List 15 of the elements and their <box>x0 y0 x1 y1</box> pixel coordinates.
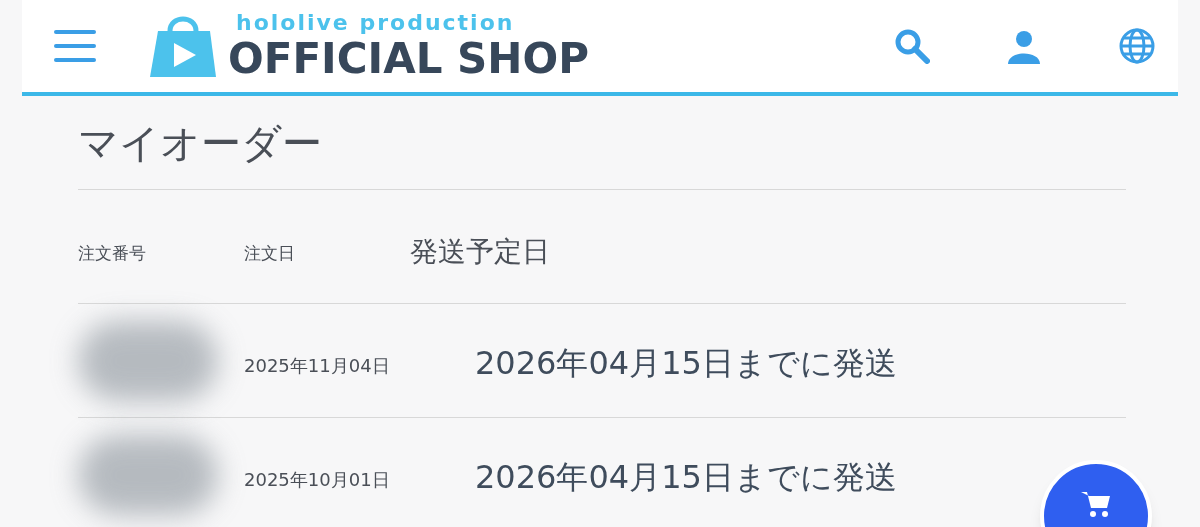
menu-icon[interactable] <box>54 29 96 63</box>
brand-title: OFFICIAL SHOP <box>228 38 589 80</box>
column-header: 発送予定日 <box>410 233 550 270</box>
brand-subtitle: hololive production <box>236 12 516 34</box>
order-date: 2025年10月01日 <box>244 468 391 492</box>
user-icon[interactable] <box>1006 28 1042 64</box>
ship-date: 2026年04月15日までに発送 <box>475 456 897 498</box>
search-icon[interactable] <box>894 28 930 64</box>
column-header: 注文番号 <box>78 241 147 265</box>
cart-icon <box>1081 490 1111 518</box>
globe-icon[interactable] <box>1118 27 1156 65</box>
column-header: 注文日 <box>244 241 296 265</box>
page-title: マイオーダー <box>78 118 322 168</box>
ship-date: 2026年04月15日までに発送 <box>475 342 897 384</box>
order-date: 2025年11月04日 <box>244 354 391 378</box>
